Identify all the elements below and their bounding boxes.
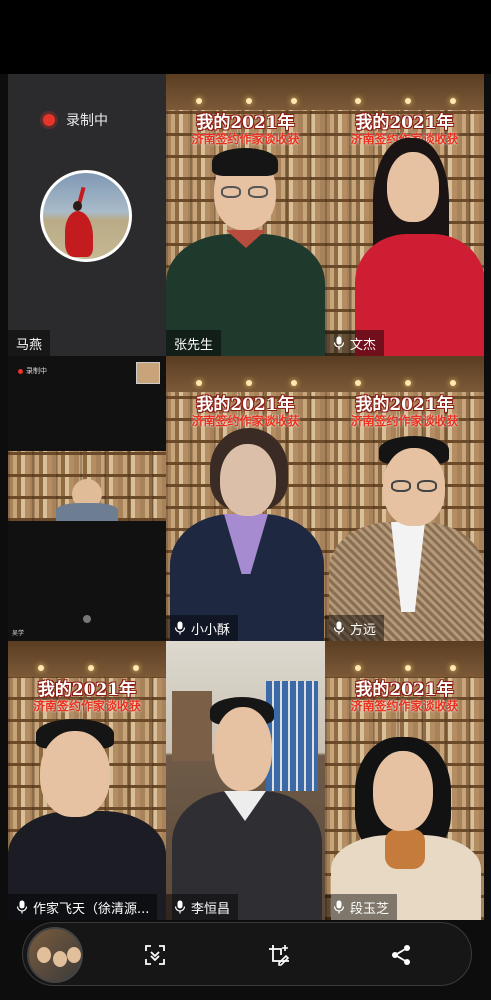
status-bar [0,0,491,74]
participant-name-label: 马燕 [8,330,51,356]
video-tile-lihengchang[interactable]: 李恒昌 [166,641,325,920]
participant-name: 张先生 [174,337,214,353]
participant-name-label: 文杰 [325,330,385,356]
mini-microphone-icon [83,615,91,623]
video-tile-zhang[interactable]: 我的2021年 济南签约作家谈收获 张先生 [166,74,325,356]
participant-name: 小小酥 [191,622,231,638]
record-indicator-icon [43,114,55,126]
scroll-capture-icon[interactable] [139,939,171,971]
participant-name-label: 作家飞天（徐清源... [8,894,158,920]
participant-name: 李恒昌 [191,901,231,917]
participant-name: 方远 [350,622,377,638]
screenshot-toolbar [22,922,472,986]
video-tile-feitian[interactable]: 我的2021年 济南签约作家谈收获 作家飞天（徐清源... [8,641,166,920]
screen-share-tile[interactable]: 录制中 吴学 [8,356,166,641]
participant-name: 文杰 [350,337,377,353]
shared-video-preview [8,451,166,521]
video-tile-wenjie[interactable]: 我的2021年 济南签约作家谈收获 文杰 [325,74,484,356]
participant-name-label: 方远 [325,615,385,641]
meeting-screen: 录制中 马燕 我的2021年 济南签约作家谈收获 张先生 我的2021年 文杰 … [0,0,491,1000]
video-tile-xiaoxiaosu[interactable]: 我的2021年 济南签约作家谈收获 小小酥 [166,356,325,641]
participant-name-label: 段玉芝 [325,894,398,920]
participant-name: 马燕 [16,337,43,353]
microphone-icon [174,621,186,635]
banner-subtitle: 济南签约作家谈收获 [191,132,300,146]
banner-subtitle: 济南签约作家谈收获 [32,699,141,713]
video-tile-fangyuan[interactable]: 我的2021年 济南签约作家谈收获 方远 [325,356,484,641]
microphone-icon [333,900,345,914]
banner-subtitle: 济南签约作家谈收获 [350,414,459,428]
participant-name-label: 小小酥 [166,615,239,641]
mini-recording-indicator: 录制中 [18,366,47,376]
screenshot-thumbnail[interactable] [27,927,83,983]
edit-screenshot-icon[interactable] [263,939,295,971]
recording-status: 录制中 [66,113,108,129]
microphone-icon [333,336,345,350]
banner-subtitle: 济南签约作家谈收获 [191,414,300,428]
video-tile-mayan[interactable]: 录制中 马燕 [8,74,166,356]
video-tile-duanyuzhi[interactable]: 我的2021年 济南签约作家谈收获 段玉芝 [325,641,484,920]
avatar [40,170,132,262]
microphone-icon [16,900,28,914]
mini-participant-label: 吴学 [12,630,25,637]
video-grid: 录制中 马燕 我的2021年 济南签约作家谈收获 张先生 我的2021年 文杰 … [8,74,484,920]
participant-name: 段玉芝 [350,901,390,917]
banner-subtitle: 济南签约作家谈收获 [350,699,459,713]
mini-thumbnail [136,362,160,384]
microphone-icon [333,621,345,635]
participant-name: 作家飞天（徐清源... [33,901,150,917]
participant-name-label: 李恒昌 [166,894,239,920]
share-icon[interactable] [385,939,417,971]
microphone-icon [174,900,186,914]
participant-name-label: 张先生 [166,330,222,356]
